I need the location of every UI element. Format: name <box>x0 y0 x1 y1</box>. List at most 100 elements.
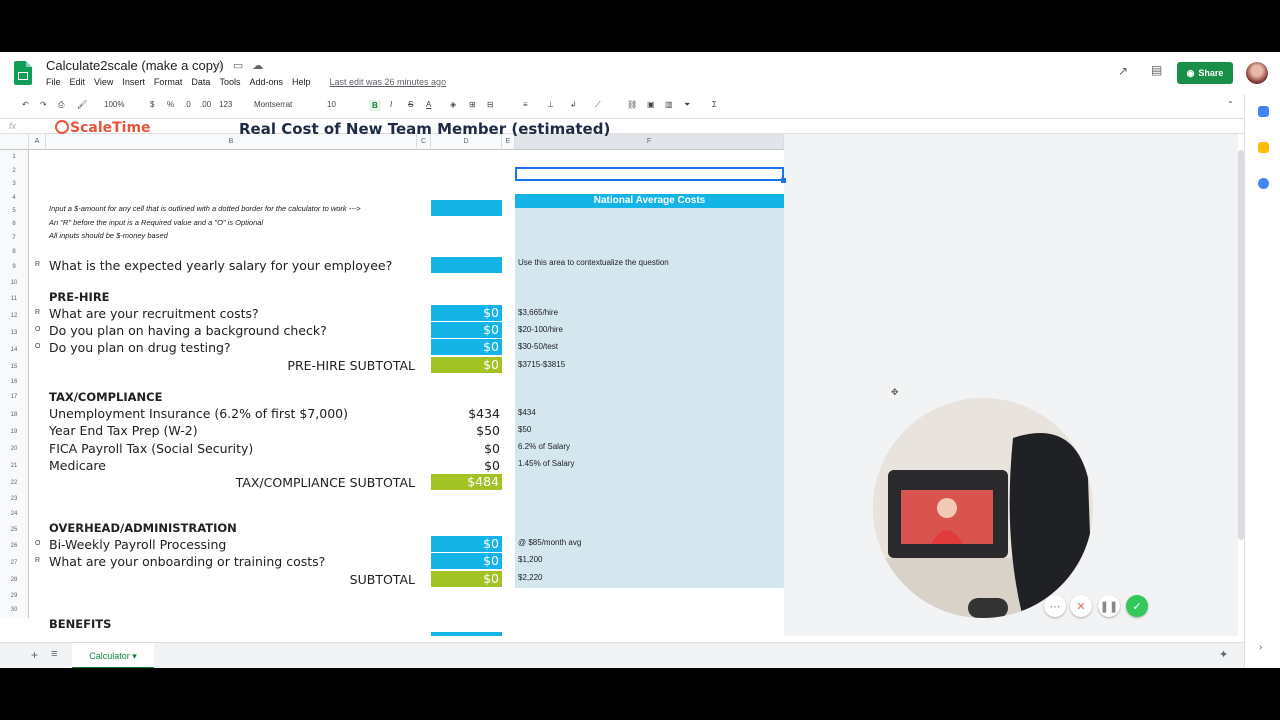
row-header[interactable]: 29 <box>0 589 29 603</box>
add-sheet-icon[interactable]: + <box>31 648 38 662</box>
row-header[interactable]: 20 <box>0 441 29 458</box>
row-header[interactable]: 22 <box>0 475 29 492</box>
strikethrough-button[interactable]: S <box>408 100 413 109</box>
star-icon[interactable]: ☆ <box>214 59 224 72</box>
legend-input-sample[interactable] <box>431 200 502 216</box>
format-percent-button[interactable]: % <box>167 100 174 109</box>
tab-calculator[interactable]: Calculator ▾ <box>72 643 154 668</box>
sheets-logo-icon[interactable] <box>14 61 32 85</box>
format-currency-button[interactable]: $ <box>150 100 154 109</box>
row-header[interactable]: 16 <box>0 376 29 389</box>
row-header[interactable]: 13 <box>0 325 29 342</box>
decrease-decimal-button[interactable]: .0 <box>184 100 191 109</box>
cloud-status-icon[interactable]: ☁ <box>252 59 263 72</box>
menu-view[interactable]: View <box>94 77 113 87</box>
salary-input[interactable] <box>431 257 502 273</box>
document-title[interactable]: Calculate2scale (make a copy) <box>46 58 224 73</box>
menu-addons[interactable]: Add-ons <box>249 77 283 87</box>
undo-icon[interactable]: ↶ <box>22 100 29 109</box>
row-header[interactable]: 5 <box>0 204 29 218</box>
keep-icon[interactable] <box>1258 142 1269 153</box>
share-button[interactable]: ◉ Share <box>1177 62 1233 84</box>
row-header[interactable]: 28 <box>0 572 29 589</box>
tasks-icon[interactable] <box>1258 178 1269 189</box>
row-header[interactable]: 24 <box>0 507 29 522</box>
row-header[interactable]: 4 <box>0 192 29 204</box>
menu-help[interactable]: Help <box>292 77 311 87</box>
row-header[interactable]: 25 <box>0 522 29 538</box>
row-header[interactable]: 15 <box>0 359 29 376</box>
select-all-corner[interactable] <box>0 134 29 150</box>
row-header[interactable]: 27 <box>0 555 29 572</box>
insert-link-icon[interactable]: ⛓ <box>627 100 637 109</box>
row-header[interactable]: 2 <box>0 165 29 177</box>
row-header[interactable]: 12 <box>0 308 29 325</box>
text-color-button[interactable]: A <box>426 100 431 109</box>
discard-recording-icon[interactable]: ✕ <box>1070 595 1092 617</box>
move-folder-icon[interactable]: ▭ <box>233 59 243 72</box>
row-header[interactable]: 7 <box>0 231 29 246</box>
insert-chart-icon[interactable]: ▥ <box>665 100 673 109</box>
redo-icon[interactable]: ↷ <box>40 100 47 109</box>
row-header[interactable]: 19 <box>0 424 29 441</box>
row-header[interactable]: 6 <box>0 218 29 231</box>
row-header[interactable]: 9 <box>0 258 29 277</box>
insert-comment-icon[interactable]: ▣ <box>647 100 655 109</box>
text-wrap-icon[interactable]: ↲ <box>570 100 577 109</box>
drug-testing-input[interactable]: $0 <box>431 339 502 355</box>
row-header[interactable]: 8 <box>0 246 29 258</box>
all-sheets-icon[interactable]: ≡ <box>51 648 57 660</box>
menu-insert[interactable]: Insert <box>122 77 145 87</box>
functions-icon[interactable]: Σ <box>712 100 717 109</box>
onboarding-input[interactable]: $0 <box>431 553 502 569</box>
more-options-icon[interactable]: ⋯ <box>1044 595 1066 617</box>
explore-icon[interactable]: ✦ <box>1219 648 1228 661</box>
background-check-input[interactable]: $0 <box>431 322 502 338</box>
font-size-select[interactable]: 10 <box>327 100 336 109</box>
menu-edit[interactable]: Edit <box>70 77 86 87</box>
column-header-a[interactable]: A <box>29 134 46 150</box>
avatar[interactable] <box>1246 62 1268 84</box>
row-header[interactable]: 26 <box>0 538 29 555</box>
paint-format-icon[interactable]: 🖌 <box>77 100 87 109</box>
menu-file[interactable]: File <box>46 77 61 87</box>
chevron-right-icon[interactable]: › <box>1259 642 1262 653</box>
font-select[interactable]: Montserrat <box>254 100 292 109</box>
selected-cell-f5[interactable] <box>515 167 786 183</box>
filter-icon[interactable]: ⏷ <box>684 100 690 110</box>
row-header[interactable]: 18 <box>0 406 29 424</box>
recruitment-input[interactable]: $0 <box>431 305 502 321</box>
row-header[interactable]: 23 <box>0 492 29 507</box>
collapse-toolbar-icon[interactable]: ⌃ <box>1227 100 1234 109</box>
menu-data[interactable]: Data <box>191 77 210 87</box>
last-edit-link[interactable]: Last edit was 26 minutes ago <box>330 77 447 87</box>
finish-recording-icon[interactable]: ✓ <box>1126 595 1148 617</box>
menu-tools[interactable]: Tools <box>219 77 240 87</box>
activity-trend-icon[interactable]: ↗ <box>1118 64 1128 78</box>
calendar-icon[interactable] <box>1258 106 1269 117</box>
formula-bar[interactable]: fx <box>0 118 1244 134</box>
fill-color-icon[interactable]: ◈ <box>450 100 456 109</box>
row-header[interactable]: 11 <box>0 290 29 308</box>
row-header[interactable]: 10 <box>0 277 29 290</box>
menu-format[interactable]: Format <box>154 77 183 87</box>
zoom-select[interactable]: 100% <box>104 100 124 109</box>
horizontal-align-icon[interactable]: ≡ <box>523 100 528 109</box>
row-header[interactable]: 3 <box>0 177 29 192</box>
text-rotation-icon[interactable]: ⟋ <box>595 100 601 110</box>
row-header[interactable]: 1 <box>0 150 29 165</box>
row-header[interactable]: 21 <box>0 458 29 475</box>
print-icon[interactable]: ⎙ <box>58 100 64 110</box>
row-header[interactable]: 14 <box>0 342 29 359</box>
bold-button[interactable]: B <box>369 100 381 111</box>
row-header[interactable]: 30 <box>0 603 29 618</box>
benefits-input-partial[interactable] <box>431 632 502 636</box>
comments-icon[interactable]: ▤ <box>1151 63 1162 77</box>
merge-cells-icon[interactable]: ⊟ <box>487 100 494 109</box>
webcam-recording-bubble[interactable] <box>873 398 1093 618</box>
italic-button[interactable]: I <box>390 100 392 109</box>
increase-decimal-button[interactable]: .00 <box>200 100 211 109</box>
pause-recording-icon[interactable]: ❚❚ <box>1098 595 1120 617</box>
row-header[interactable]: 17 <box>0 389 29 406</box>
payroll-processing-input[interactable]: $0 <box>431 536 502 552</box>
